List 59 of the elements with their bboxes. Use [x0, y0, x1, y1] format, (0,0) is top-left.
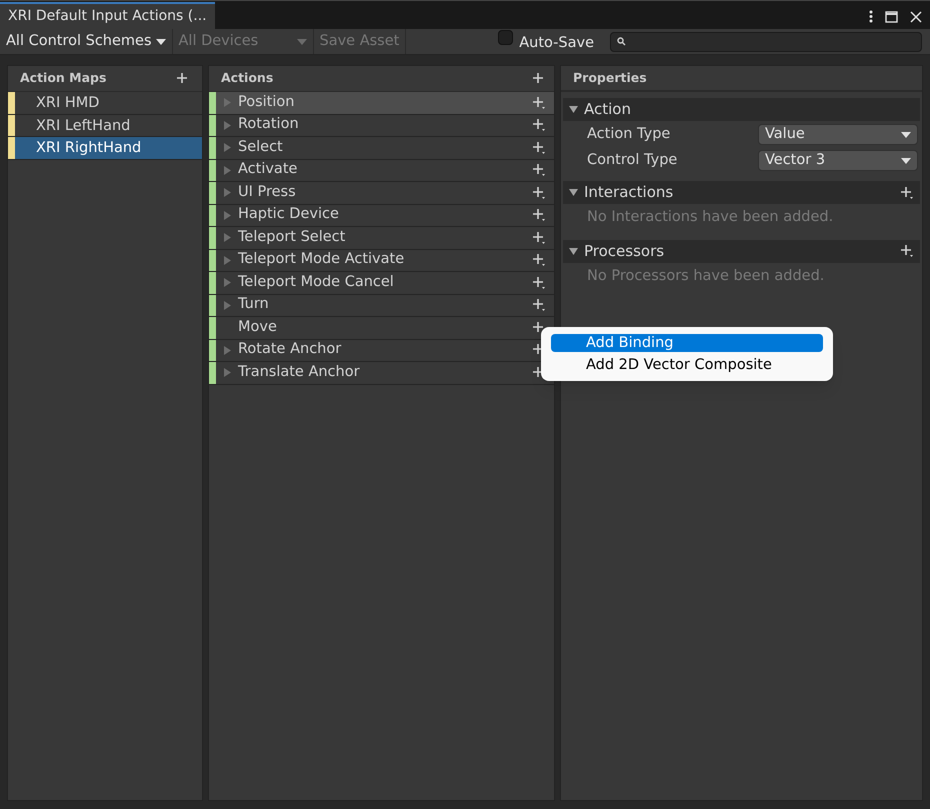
- action-item[interactable]: UI Press: [209, 182, 554, 204]
- add-binding-icon[interactable]: [532, 320, 546, 335]
- auto-save-checkbox[interactable]: [498, 30, 514, 45]
- empty-message: No Interactions have been added.: [586, 208, 834, 227]
- section-header[interactable]: Action: [563, 98, 920, 121]
- add-binding-icon[interactable]: [532, 118, 546, 132]
- action-map-item[interactable]: XRI LeftHand: [8, 114, 202, 137]
- caret-icon: [901, 132, 911, 138]
- add-icon[interactable]: [176, 72, 190, 86]
- add-binding-icon[interactable]: [532, 276, 546, 290]
- panel-title: Actions: [221, 69, 274, 88]
- add-icon[interactable]: [900, 186, 914, 200]
- close-icon[interactable]: [910, 10, 922, 22]
- menu-item[interactable]: Add 2D Vector Composite: [551, 356, 823, 374]
- add-binding-icon[interactable]: [532, 163, 546, 178]
- section-header[interactable]: Interactions: [563, 181, 920, 204]
- empty-message: No Processors have been added.: [586, 266, 826, 286]
- caret-icon: [296, 38, 306, 44]
- action-item[interactable]: Teleport Mode Cancel: [209, 272, 554, 294]
- add-binding-icon[interactable]: [532, 208, 546, 222]
- more-icon[interactable]: [869, 10, 873, 23]
- dropdown-field[interactable]: Vector 3: [758, 150, 918, 171]
- control-schemes-dropdown[interactable]: All Control Schemes: [0, 29, 172, 54]
- action-item[interactable]: Turn: [209, 294, 554, 317]
- collapse-icon[interactable]: [569, 188, 578, 197]
- collapse-icon[interactable]: [569, 246, 578, 256]
- action-item[interactable]: Position: [209, 92, 554, 114]
- add-binding-icon[interactable]: [532, 298, 546, 312]
- add-icon[interactable]: [900, 244, 914, 258]
- search-icon: [617, 37, 626, 46]
- field-label: Control Type: [587, 150, 678, 170]
- add-binding-icon[interactable]: [532, 230, 546, 245]
- field-label: Action Type: [587, 124, 672, 144]
- add-binding-icon[interactable]: [532, 253, 546, 268]
- add-binding-icon[interactable]: [532, 96, 546, 110]
- action-map-item[interactable]: XRI RightHand: [8, 137, 202, 160]
- add-icon[interactable]: [532, 72, 546, 86]
- add-binding-icon[interactable]: [532, 140, 546, 155]
- panel-title: Action Maps: [20, 69, 106, 88]
- section-header[interactable]: Processors: [563, 240, 920, 263]
- maximize-icon[interactable]: [885, 10, 898, 22]
- action-map-item[interactable]: XRI HMD: [8, 92, 202, 114]
- caret-icon: [156, 38, 166, 44]
- action-item[interactable]: Rotation: [209, 114, 554, 137]
- dropdown-field[interactable]: Value: [758, 124, 918, 145]
- panel-title: Properties: [573, 68, 647, 87]
- action-item[interactable]: Activate: [209, 160, 554, 182]
- action-item[interactable]: Select: [209, 137, 554, 160]
- auto-save-label: Auto-Save: [519, 34, 594, 53]
- window-tab[interactable]: XRI Default Input Actions (...: [0, 2, 215, 29]
- action-item[interactable]: Teleport Select: [209, 227, 554, 250]
- action-item[interactable]: Teleport Mode Activate: [209, 250, 554, 272]
- search-field[interactable]: [610, 32, 922, 52]
- menu-item[interactable]: Add Binding: [551, 334, 823, 352]
- add-binding-icon[interactable]: [532, 186, 546, 200]
- caret-icon: [901, 158, 911, 164]
- action-item[interactable]: Translate Anchor: [209, 362, 554, 384]
- action-item[interactable]: Haptic Device: [209, 204, 554, 227]
- collapse-icon[interactable]: [569, 105, 578, 114]
